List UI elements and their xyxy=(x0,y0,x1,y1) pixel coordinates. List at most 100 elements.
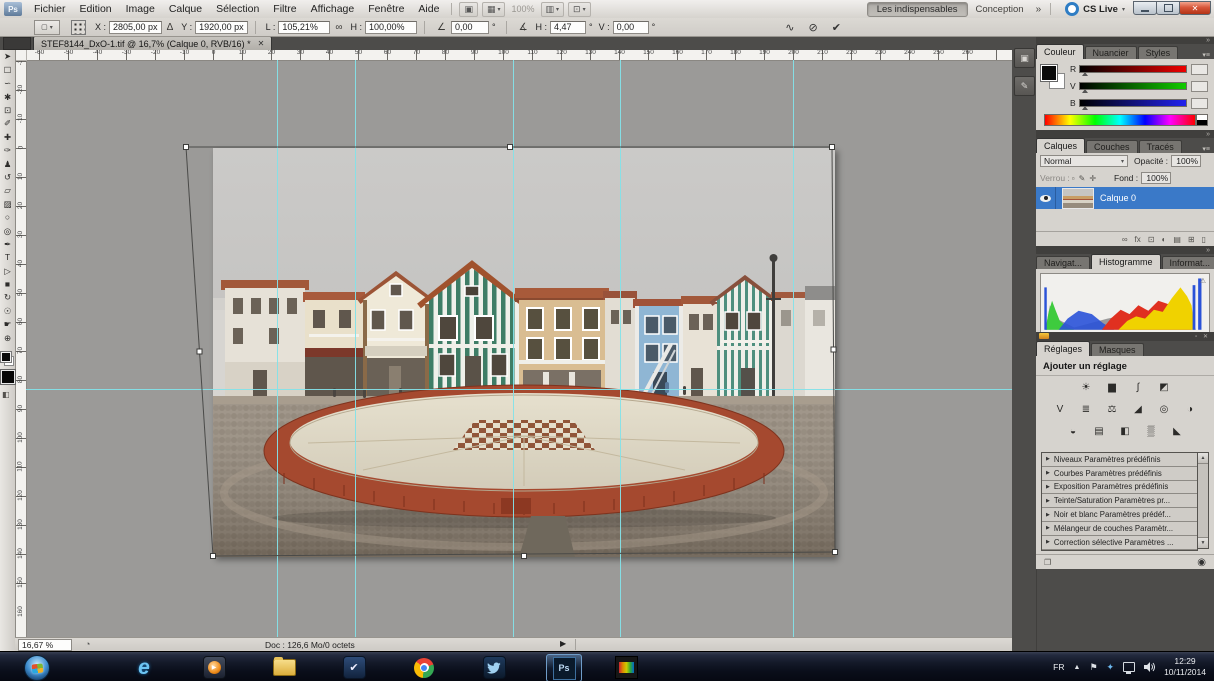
histogram-refresh-warning-icon[interactable]: ⚠ xyxy=(1200,277,1206,285)
check-app-icon[interactable]: ✔ xyxy=(342,656,366,679)
tab-couleur[interactable]: Couleur xyxy=(1036,44,1084,59)
transform-handle[interactable] xyxy=(833,550,838,555)
hand-tool[interactable]: ☛ xyxy=(0,318,15,331)
status-options-arrow[interactable]: ▶ xyxy=(560,639,566,648)
twitter-icon[interactable] xyxy=(482,656,506,679)
menu-item[interactable]: Image xyxy=(119,1,162,17)
brush-tool[interactable]: ✑ xyxy=(0,144,15,157)
scroll-down-icon[interactable]: ▼ xyxy=(1198,537,1208,548)
clip-to-layer-icon[interactable]: ◉ xyxy=(1197,557,1206,568)
launch-bridge-button[interactable]: ▣ xyxy=(459,2,478,17)
blend-mode-select[interactable]: Normal▾ xyxy=(1040,155,1128,167)
orbit-3d-tool[interactable]: ☉ xyxy=(0,304,15,317)
layer-group-icon[interactable]: ▤ xyxy=(1173,235,1181,244)
link-layers-icon[interactable]: ∞ xyxy=(1122,235,1128,244)
pen-tool[interactable]: ✒ xyxy=(0,237,15,250)
filtre-photo-adjustment-icon[interactable]: ◎ xyxy=(1156,402,1173,416)
photoshop-taskbar-icon[interactable]: Ps xyxy=(546,654,582,681)
commit-transform-button[interactable]: ✔ xyxy=(832,21,841,34)
opacity-field[interactable]: 100% xyxy=(1171,155,1201,167)
color-spectrum-bar[interactable] xyxy=(1044,114,1196,126)
skew-v-field[interactable]: 0,00 xyxy=(613,21,649,34)
disclosure-triangle-icon[interactable]: ▶ xyxy=(1046,456,1050,462)
menu-item[interactable]: Fichier xyxy=(27,1,73,17)
workspace-overflow-button[interactable]: » xyxy=(1032,4,1046,15)
link-scale-icon[interactable]: ∞ xyxy=(335,22,342,33)
dock-header[interactable]: » xyxy=(1036,130,1214,138)
zoom-percent-field[interactable]: 16,67 % xyxy=(18,639,72,651)
disclosure-triangle-icon[interactable]: ▶ xyxy=(1046,539,1050,545)
preset-row[interactable]: ▶ Niveaux Paramètres prédéfinis xyxy=(1042,453,1197,467)
exposition-adjustment-icon[interactable]: ◩ xyxy=(1156,380,1173,394)
collapsed-panel-icon-bridge[interactable]: ▣ xyxy=(1014,48,1035,68)
action-center-flag-icon[interactable]: ⚑ xyxy=(1089,662,1097,673)
melangeur-couches-adjustment-icon[interactable]: ◑ xyxy=(1182,402,1199,416)
spot-healing-tool[interactable]: ✚ xyxy=(0,130,15,143)
skew-h-field[interactable]: 4,47 xyxy=(550,21,586,34)
menu-item[interactable]: Aide xyxy=(411,1,446,17)
layer-visibility-toggle[interactable] xyxy=(1036,187,1056,209)
canvas-area[interactable]: -60-50-40-30-20-100102030405060708090100… xyxy=(15,50,1012,637)
volume-icon[interactable] xyxy=(1144,662,1155,672)
reference-point-locator[interactable] xyxy=(71,20,86,35)
tray-app-icon[interactable]: ✦ xyxy=(1107,662,1115,673)
explorer-folder-icon[interactable] xyxy=(272,656,296,679)
preset-row[interactable]: ▶ Exposition Paramètres prédéfinis xyxy=(1042,481,1197,495)
delete-layer-icon[interactable]: ▯ xyxy=(1202,235,1206,244)
transform-handle[interactable] xyxy=(184,145,189,150)
eraser-tool[interactable]: ▱ xyxy=(0,184,15,197)
shape-tool[interactable]: ■ xyxy=(0,278,15,291)
gradient-tool[interactable]: ▨ xyxy=(0,197,15,210)
layer-mask-icon[interactable]: ⊡ xyxy=(1148,235,1155,244)
disclosure-triangle-icon[interactable]: ▶ xyxy=(1046,525,1050,531)
lock-transparency-icon[interactable]: ▫ xyxy=(1072,174,1075,183)
adjustment-layer-icon[interactable]: ◐ xyxy=(1161,235,1166,244)
height-scale-field[interactable]: 100,00% xyxy=(365,21,417,34)
eyedropper-tool[interactable]: ✐ xyxy=(0,117,15,130)
teinte-saturation-adjustment-icon[interactable]: ≣ xyxy=(1078,402,1095,416)
new-layer-icon[interactable]: ⊞ xyxy=(1188,235,1195,244)
tool-preset-picker[interactable]: ▢▾ xyxy=(34,20,60,35)
screen-mode-button[interactable]: ⊡▾ xyxy=(568,2,591,17)
media-player-icon[interactable]: ▶ xyxy=(202,656,226,679)
red-slider[interactable] xyxy=(1079,65,1187,73)
disclosure-triangle-icon[interactable]: ▶ xyxy=(1046,484,1050,490)
show-hidden-icons[interactable]: ▲ xyxy=(1074,664,1081,671)
preset-scrollbar[interactable]: ▲ ▼ xyxy=(1197,452,1209,549)
marquee-tool[interactable]: ☐ xyxy=(0,63,15,76)
red-value-field[interactable] xyxy=(1191,64,1208,75)
tab-couches[interactable]: Couches xyxy=(1086,140,1138,153)
reglages-group-header[interactable]: ▫ ✕ xyxy=(1036,332,1214,341)
warp-mode-button[interactable]: ∿ xyxy=(785,21,794,34)
expanded-view-icon[interactable]: ❐ xyxy=(1044,558,1051,567)
foreground-color-display[interactable] xyxy=(1,370,15,384)
menu-item[interactable]: Edition xyxy=(73,1,119,17)
collapsed-panel-icon-annotations[interactable]: ✎ xyxy=(1014,76,1035,96)
disclosure-triangle-icon[interactable]: ▶ xyxy=(1046,470,1050,476)
zoom-tool[interactable]: ⊕ xyxy=(0,331,15,344)
layer-row-calque0[interactable]: Calque 0 xyxy=(1036,187,1214,209)
tab-reglages[interactable]: Réglages xyxy=(1036,341,1090,356)
image-app-icon[interactable] xyxy=(614,656,638,679)
panel-group-buttons[interactable]: ▫ ✕ xyxy=(1195,333,1214,340)
degrade-adjustment-icon[interactable]: ▒ xyxy=(1143,424,1160,438)
view-extras-button[interactable]: ▦▾ xyxy=(482,2,506,17)
foreground-color-swatch[interactable] xyxy=(1,352,11,362)
language-indicator[interactable]: FR xyxy=(1053,662,1064,672)
layer-style-icon[interactable]: fx xyxy=(1135,235,1141,244)
y-position-field[interactable]: 1920,00 px xyxy=(195,21,248,34)
relative-position-toggle[interactable]: Δ xyxy=(167,22,174,33)
menu-item[interactable]: Affichage xyxy=(304,1,362,17)
disclosure-triangle-icon[interactable]: ▶ xyxy=(1046,498,1050,504)
correction-selective-adjustment-icon[interactable]: ◣ xyxy=(1169,424,1186,438)
width-scale-field[interactable]: 105,21% xyxy=(278,21,330,34)
panel-menu-icon[interactable]: ▾≡ xyxy=(1202,145,1214,153)
document-tab[interactable]: STEF8144_DxO-1.tif @ 16,7% (Calque 0, RV… xyxy=(33,36,272,50)
lock-position-icon[interactable]: ✛ xyxy=(1089,174,1096,183)
balance-couleurs-adjustment-icon[interactable]: ⚖ xyxy=(1104,402,1121,416)
clone-stamp-tool[interactable]: ♟ xyxy=(0,157,15,170)
transform-handle[interactable] xyxy=(831,347,836,352)
quick-mask-button[interactable]: ◧ xyxy=(2,390,10,399)
scroll-up-icon[interactable]: ▲ xyxy=(1198,453,1208,464)
history-brush-tool[interactable]: ↺ xyxy=(0,171,15,184)
